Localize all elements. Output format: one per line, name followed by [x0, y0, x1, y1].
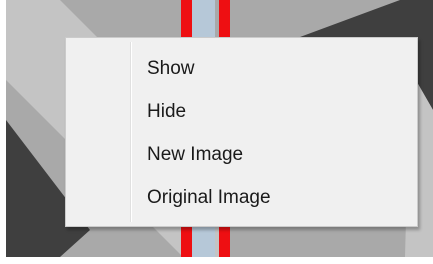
menu-item-original-image[interactable]: Original Image	[66, 176, 417, 219]
frame-left-edge	[0, 0, 6, 264]
context-menu: Show Hide New Image Original Image	[65, 37, 418, 227]
context-menu-list: Show Hide New Image Original Image	[66, 47, 417, 219]
menu-item-hide[interactable]: Hide	[66, 90, 417, 133]
menu-item-new-image[interactable]: New Image	[66, 133, 417, 176]
image-canvas[interactable]: Show Hide New Image Original Image	[0, 0, 433, 264]
menu-item-show[interactable]: Show	[66, 47, 417, 90]
frame-bottom-edge	[0, 257, 433, 264]
